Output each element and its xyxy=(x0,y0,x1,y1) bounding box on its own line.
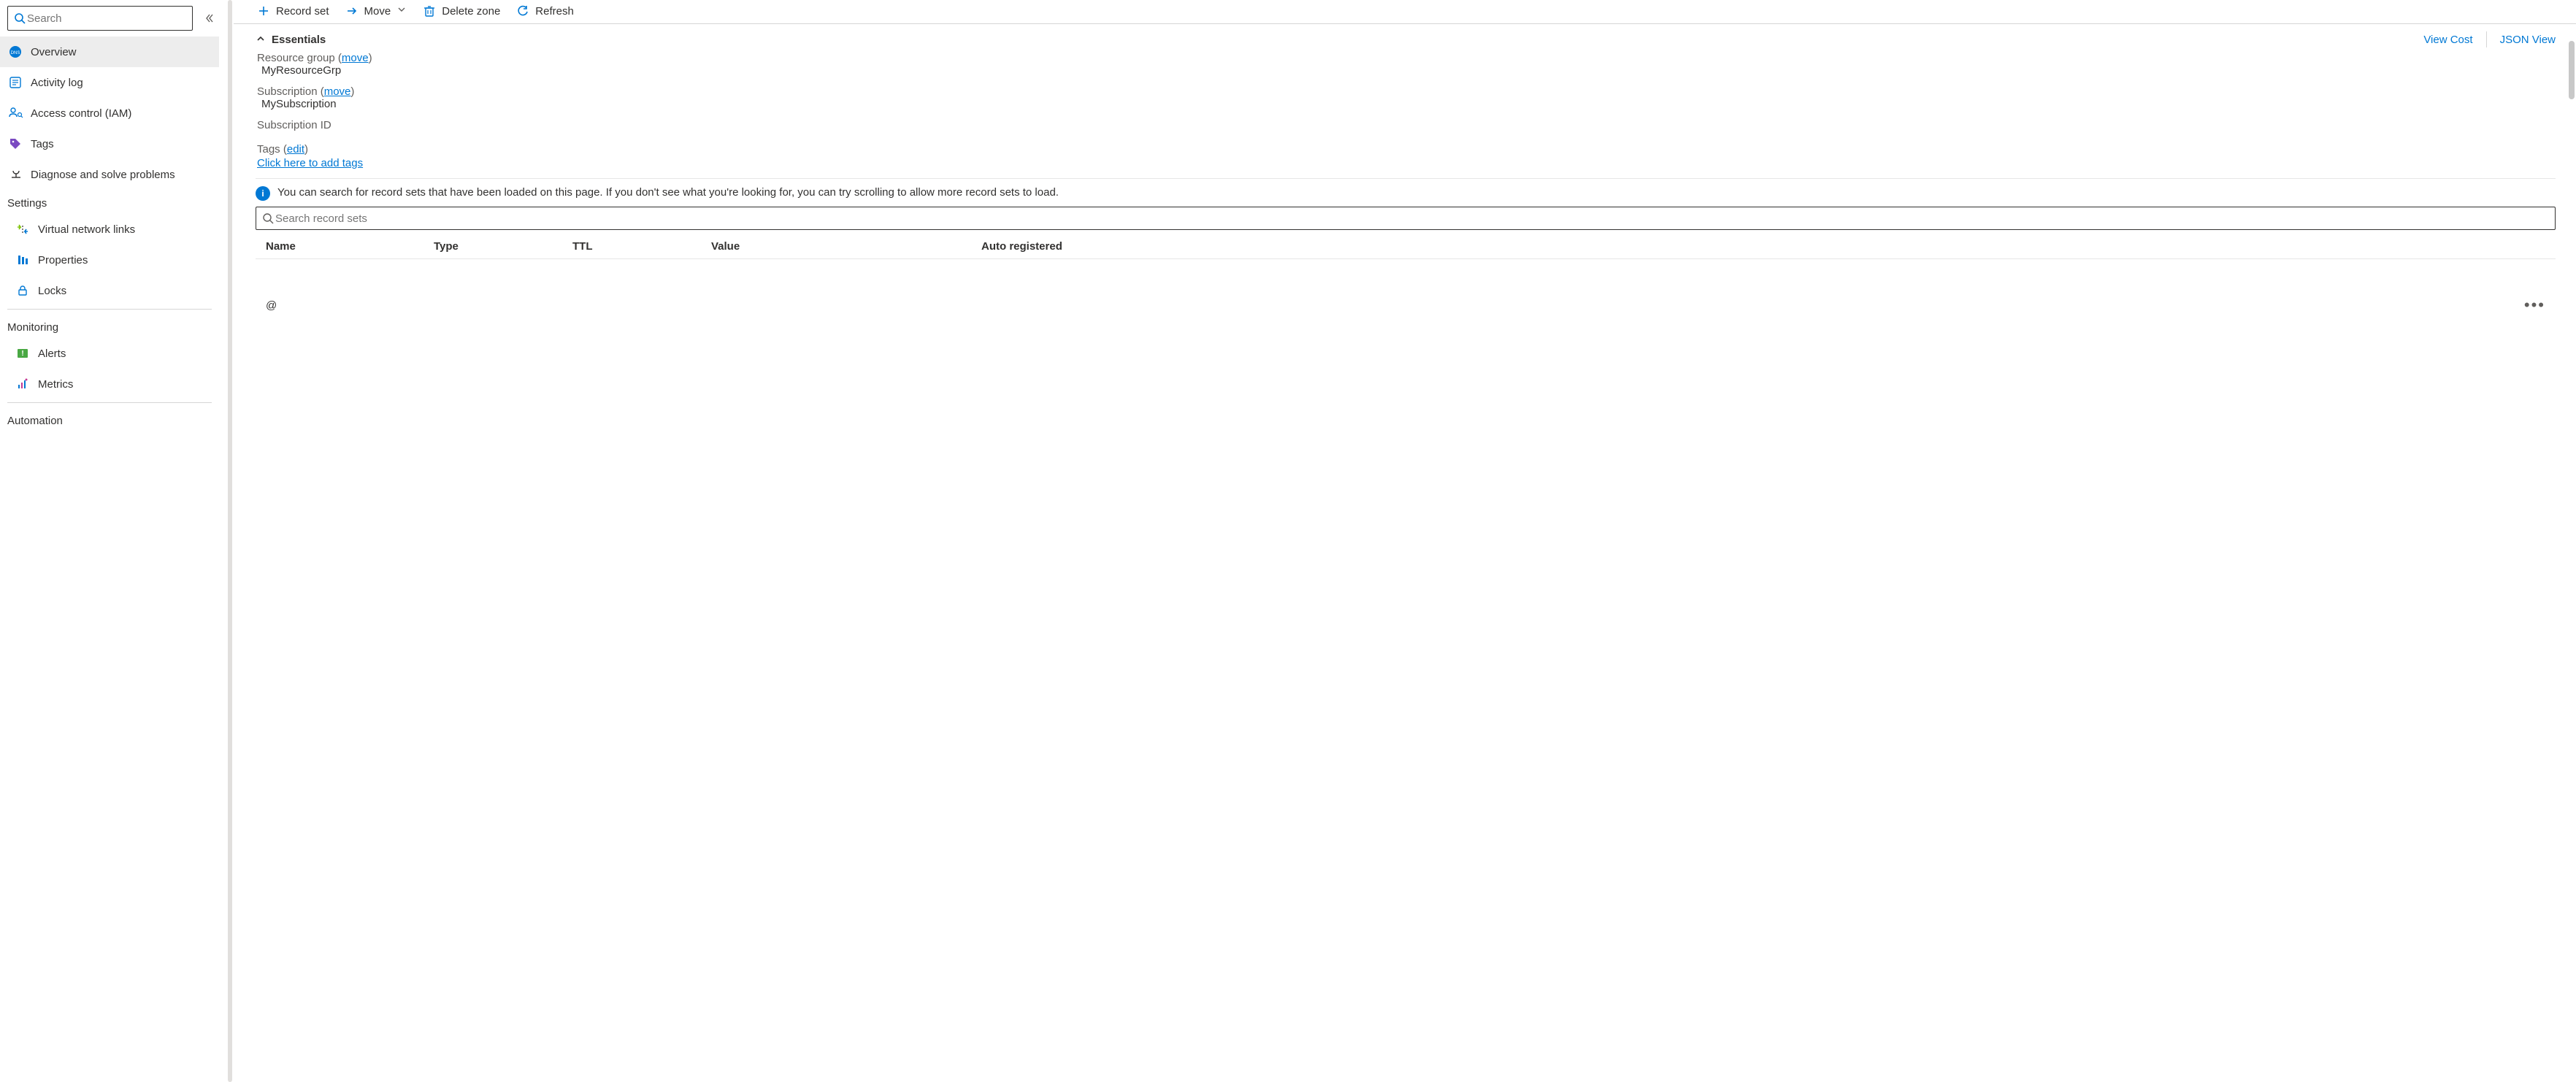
sidebar-item-tags[interactable]: Tags xyxy=(0,128,219,159)
lock-icon xyxy=(16,284,38,297)
dns-icon: DNS xyxy=(9,45,31,58)
sidebar-item-diagnose[interactable]: Diagnose and solve problems xyxy=(0,159,219,190)
view-cost-link[interactable]: View Cost xyxy=(2423,34,2472,46)
sidebar-item-label: Access control (IAM) xyxy=(31,107,219,120)
sidebar-item-locks[interactable]: Locks xyxy=(7,275,212,306)
sidebar-item-alerts[interactable]: ! Alerts xyxy=(7,338,212,369)
more-actions-icon[interactable]: ••• xyxy=(2524,296,2545,315)
info-icon: i xyxy=(256,186,270,201)
resource-group-value: MyResourceGrp xyxy=(257,64,2556,77)
sidebar-divider xyxy=(226,0,234,1082)
essentials-toggle[interactable]: Essentials xyxy=(256,33,2418,46)
vnet-icon xyxy=(16,223,38,236)
refresh-icon xyxy=(516,4,529,18)
json-view-link[interactable]: JSON View xyxy=(2500,34,2556,46)
separator xyxy=(2486,31,2487,47)
alerts-icon: ! xyxy=(16,347,38,360)
tags-edit-link[interactable]: edit xyxy=(287,143,304,156)
sidebar-item-label: Alerts xyxy=(38,348,212,360)
sidebar-item-label: Tags xyxy=(31,138,219,150)
sidebar-group-monitoring: Monitoring ! Alerts Metrics xyxy=(7,314,212,403)
sidebar-item-metrics[interactable]: Metrics xyxy=(7,369,212,399)
delete-zone-button[interactable]: Delete zone xyxy=(423,4,500,18)
iam-icon xyxy=(9,107,31,120)
sidebar-item-overview[interactable]: DNS Overview xyxy=(0,37,219,67)
record-sets-search-input[interactable] xyxy=(256,207,2556,230)
sidebar: DNS Overview Activity log Access control… xyxy=(0,0,226,1082)
sidebar-item-iam[interactable]: Access control (IAM) xyxy=(0,98,219,128)
sidebar-heading: Monitoring xyxy=(7,314,212,338)
metrics-icon xyxy=(16,377,38,391)
col-header-ttl[interactable]: TTL xyxy=(572,240,711,253)
arrow-right-icon xyxy=(345,4,359,18)
record-name-cell: @ xyxy=(266,299,434,312)
chevron-down-icon xyxy=(396,4,407,18)
info-message: You can search for record sets that have… xyxy=(277,185,2556,200)
col-header-name[interactable]: Name xyxy=(266,240,434,253)
search-icon xyxy=(14,12,26,24)
sidebar-item-label: Activity log xyxy=(31,77,219,89)
properties-icon xyxy=(16,253,38,266)
toolbar-label: Move xyxy=(364,5,391,18)
main-pane: Record set Move Delete zone Refresh Esse… xyxy=(234,0,2576,1082)
svg-text:DNS: DNS xyxy=(11,51,20,55)
activity-log-icon xyxy=(9,76,31,89)
sidebar-item-label: Diagnose and solve problems xyxy=(31,169,219,181)
toolbar-label: Delete zone xyxy=(442,5,500,18)
sidebar-item-vnet-links[interactable]: Virtual network links xyxy=(7,214,212,245)
sidebar-heading: Automation xyxy=(7,407,212,431)
sidebar-search-input[interactable] xyxy=(7,6,193,31)
col-header-type[interactable]: Type xyxy=(434,240,572,253)
info-banner: i You can search for record sets that ha… xyxy=(256,185,2556,201)
sidebar-item-label: Locks xyxy=(38,285,212,297)
records-header-row: Name Type TTL Value Auto registered xyxy=(256,234,2556,259)
tags-label: Tags xyxy=(257,143,280,156)
sidebar-item-activity-log[interactable]: Activity log xyxy=(0,67,219,98)
toolbar-label: Record set xyxy=(276,5,329,18)
subscription-label: Subscription xyxy=(257,85,318,98)
search-icon xyxy=(262,212,274,224)
essentials-title: Essentials xyxy=(272,34,326,46)
sidebar-item-label: Metrics xyxy=(38,378,212,391)
refresh-button[interactable]: Refresh xyxy=(516,4,574,18)
trash-icon xyxy=(423,4,436,18)
toolbar-label: Refresh xyxy=(535,5,574,18)
table-row[interactable]: @ ••• xyxy=(256,259,2556,315)
resource-group-label: Resource group xyxy=(257,52,335,64)
sidebar-item-label: Overview xyxy=(31,46,219,58)
plus-icon xyxy=(257,4,270,18)
sidebar-group-automation: Automation xyxy=(7,407,212,434)
divider xyxy=(256,178,2556,179)
chevron-up-icon xyxy=(256,34,266,47)
col-header-auto[interactable]: Auto registered xyxy=(981,240,2545,253)
sidebar-heading: Settings xyxy=(7,190,212,214)
essentials-body: Resource group (move) MyResourceGrp Subs… xyxy=(256,52,2556,169)
subscription-move-link[interactable]: move xyxy=(324,85,351,98)
record-set-button[interactable]: Record set xyxy=(257,4,329,18)
svg-text:!: ! xyxy=(21,350,23,358)
sidebar-item-label: Virtual network links xyxy=(38,223,212,236)
subscription-value: MySubscription xyxy=(257,98,2556,110)
move-button[interactable]: Move xyxy=(345,4,407,18)
scrollbar-thumb[interactable] xyxy=(2569,41,2575,99)
subscription-id-label: Subscription ID xyxy=(257,119,2556,131)
add-tags-link[interactable]: Click here to add tags xyxy=(257,157,363,169)
col-header-value[interactable]: Value xyxy=(711,240,981,253)
sidebar-group-settings: Settings Virtual network links Propertie… xyxy=(7,190,212,310)
sidebar-item-properties[interactable]: Properties xyxy=(7,245,212,275)
diagnose-icon xyxy=(9,168,31,181)
resource-group-move-link[interactable]: move xyxy=(342,52,369,64)
tag-icon xyxy=(9,137,31,150)
scrollbar[interactable] xyxy=(2569,0,2575,1082)
toolbar: Record set Move Delete zone Refresh xyxy=(234,0,2576,24)
sidebar-item-label: Properties xyxy=(38,254,212,266)
sidebar-collapse-toggle[interactable] xyxy=(199,8,219,28)
